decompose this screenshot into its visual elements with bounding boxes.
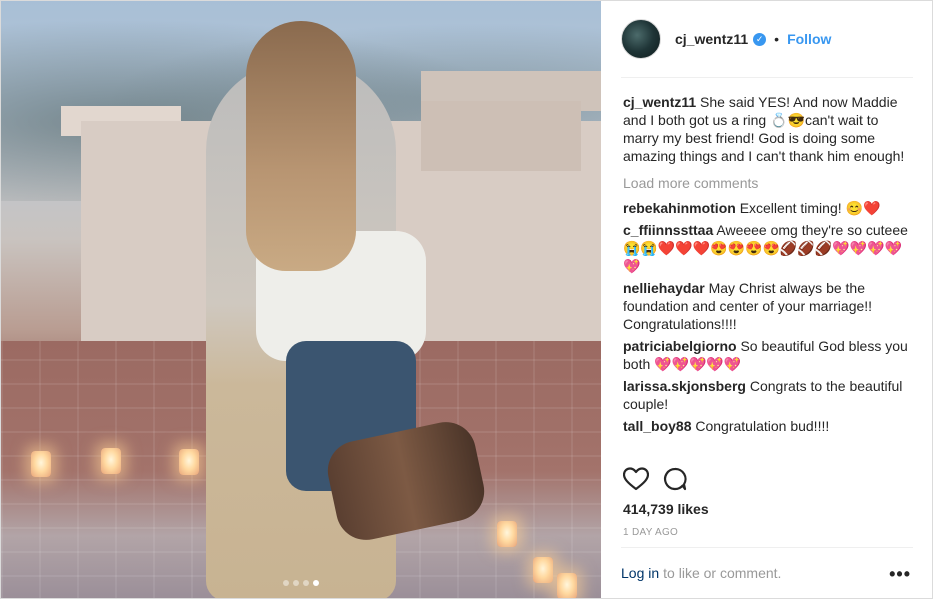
candle bbox=[179, 449, 199, 475]
post-timestamp: 1 DAY AGO bbox=[623, 527, 679, 538]
candle bbox=[31, 451, 51, 477]
post-sidebar: cj_wentz11 ✓ • Follow cj_wentz11 She sai… bbox=[601, 1, 932, 598]
login-prompt-text: to like or comment. bbox=[663, 564, 782, 581]
login-footer: Log in to like or comment. ••• bbox=[621, 547, 913, 597]
candle bbox=[533, 557, 553, 583]
carousel-dot[interactable] bbox=[293, 580, 299, 586]
load-more-comments-link[interactable]: Load more comments bbox=[623, 174, 913, 192]
carousel-dot[interactable] bbox=[283, 580, 289, 586]
caption-username[interactable]: cj_wentz11 bbox=[623, 94, 696, 110]
comment-item: patriciabelgiorno So beautiful God bless… bbox=[623, 337, 913, 373]
login-link[interactable]: Log in bbox=[621, 565, 659, 581]
comment-item: rebekahinmotion Excellent timing! 😊❤️ bbox=[623, 199, 913, 217]
avatar[interactable] bbox=[621, 19, 661, 59]
post-card: cj_wentz11 ✓ • Follow cj_wentz11 She sai… bbox=[0, 0, 933, 599]
comment-username[interactable]: c_ffiinnssttaa bbox=[623, 222, 713, 238]
carousel-dot[interactable] bbox=[303, 580, 309, 586]
comment-item: nelliehaydar May Christ always be the fo… bbox=[623, 279, 913, 333]
action-bar bbox=[622, 467, 687, 496]
comment-username[interactable]: patriciabelgiorno bbox=[623, 338, 737, 354]
comment-username[interactable]: rebekahinmotion bbox=[623, 200, 736, 216]
comment-text: Congratulation bud!!!! bbox=[695, 418, 830, 434]
comment-list[interactable]: cj_wentz11 She said YES! And now Maddie … bbox=[623, 93, 913, 459]
comment-username[interactable]: larissa.skjonsberg bbox=[623, 378, 746, 394]
comment-username[interactable]: nelliehaydar bbox=[623, 280, 705, 296]
author-username[interactable]: cj_wentz11 bbox=[675, 31, 748, 47]
comment-item: tall_boy88 Congratulation bud!!!! bbox=[623, 417, 913, 435]
heart-icon[interactable] bbox=[622, 467, 650, 496]
comment-icon[interactable] bbox=[663, 467, 687, 496]
comment-item: c_ffiinnssttaa Aweeee omg they're so cut… bbox=[623, 221, 913, 275]
post-photo[interactable] bbox=[1, 1, 601, 598]
comment-username[interactable]: tall_boy88 bbox=[623, 418, 691, 434]
carousel-indicator bbox=[283, 580, 319, 586]
candle bbox=[101, 448, 121, 474]
header-separator: • bbox=[774, 31, 780, 47]
comment-text: Excellent timing! 😊❤️ bbox=[739, 200, 881, 216]
candle bbox=[557, 573, 577, 598]
carousel-dot-active[interactable] bbox=[313, 580, 319, 586]
candle bbox=[497, 521, 517, 547]
post-caption: cj_wentz11 She said YES! And now Maddie … bbox=[623, 93, 913, 165]
comment-item: larissa.skjonsberg Congrats to the beaut… bbox=[623, 377, 913, 413]
verified-badge-icon: ✓ bbox=[753, 32, 767, 46]
more-options-icon[interactable]: ••• bbox=[889, 564, 911, 585]
like-count[interactable]: 414,739 likes bbox=[623, 501, 709, 517]
follow-button[interactable]: Follow bbox=[787, 31, 831, 47]
post-header: cj_wentz11 ✓ • Follow bbox=[621, 1, 913, 78]
